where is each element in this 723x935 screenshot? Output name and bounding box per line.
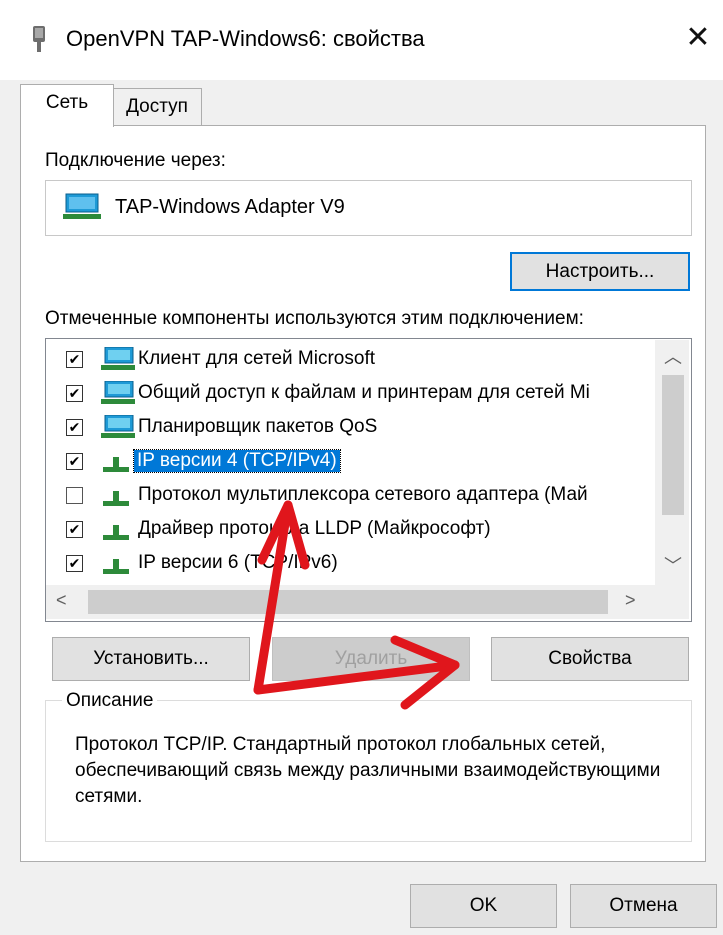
checkbox[interactable]: ✔ [66,385,83,402]
chevron-up-icon[interactable]: ︿ [664,343,682,369]
protocol-icon [103,525,129,540]
list-item[interactable]: ✔ Планировщик пакетов QoS [46,411,656,445]
list-item[interactable]: Протокол мультиплексора сетевого адаптер… [46,479,656,513]
network-service-icon [101,415,135,438]
network-adapter-icon [63,193,101,219]
remove-button[interactable]: Удалить [272,637,470,681]
protocol-icon [103,559,129,574]
chevron-left-icon[interactable]: < [56,590,67,611]
network-service-icon [101,381,135,404]
install-button[interactable]: Установить... [52,637,250,681]
checkbox[interactable]: ✔ [66,453,83,470]
close-button[interactable]: ✕ [680,18,716,58]
checkbox[interactable]: ✔ [66,419,83,436]
components-list[interactable]: ✔ Клиент для сетей Microsoft ✔ Общий дос… [45,338,692,622]
configure-button[interactable]: Настроить... [510,252,690,291]
window-title: OpenVPN TAP-Windows6: свойства [66,26,425,51]
connect-via-label: Подключение через: [45,150,226,171]
components-label: Отмеченные компоненты используются этим … [45,308,584,329]
chevron-down-icon[interactable]: ﹀ [664,552,682,578]
list-item[interactable]: ✔ Клиент для сетей Microsoft [46,343,656,377]
list-item[interactable]: ✔ IP версии 6 (TCP/IPv6) [46,547,656,581]
list-item[interactable]: ✔ Драйвер протокола LLDP (Майкрософт) [46,513,656,547]
protocol-icon [103,457,129,472]
checkbox[interactable] [66,487,83,504]
checkbox[interactable]: ✔ [66,351,83,368]
description-title: Описание [62,690,158,712]
list-item[interactable]: ✔ Общий доступ к файлам и принтерам для … [46,377,656,411]
cancel-button[interactable]: Отмена [570,884,717,928]
list-item[interactable]: ✔ IP версии 4 (TCP/IPv4) [46,445,656,479]
description-text: Протокол TCP/IP. Стандартный протокол гл… [75,734,661,807]
tab-network[interactable]: Сеть [20,84,114,127]
protocol-icon [103,491,129,506]
tab-access[interactable]: Доступ [112,88,202,125]
properties-button[interactable]: Свойства [491,637,689,681]
chevron-right-icon[interactable]: > [625,590,636,611]
checkbox[interactable]: ✔ [66,555,83,572]
adapter-name: TAP-Windows Adapter V9 [115,196,345,218]
ok-button[interactable]: OK [410,884,557,928]
vertical-scroll-thumb[interactable] [662,375,684,515]
horizontal-scroll-thumb[interactable] [88,590,608,614]
checkbox[interactable]: ✔ [66,521,83,538]
network-client-icon [101,347,135,370]
network-adapter-icon [33,26,45,52]
